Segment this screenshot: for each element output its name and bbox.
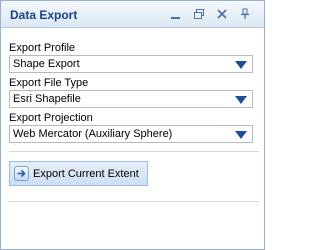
export-form: Export Profile Shape Export Export File … [9, 41, 256, 146]
export-current-extent-button[interactable]: Export Current Extent [9, 161, 148, 186]
minimize-icon[interactable] [168, 6, 184, 22]
data-export-panel: Data Export Export Profile Shape Export … [0, 0, 265, 250]
export-projection-select[interactable]: Web Mercator (Auxiliary Sphere) [9, 125, 253, 143]
panel-title: Data Export [10, 8, 78, 22]
panel-titlebar: Data Export [1, 1, 264, 28]
export-projection-value: Web Mercator (Auxiliary Sphere) [13, 128, 173, 140]
export-file-type-select[interactable]: Esri Shapefile [9, 90, 253, 108]
export-profile-value: Shape Export [13, 58, 80, 70]
export-file-type-label: Export File Type [9, 77, 89, 89]
export-profile-select[interactable]: Shape Export [9, 55, 253, 73]
close-icon[interactable] [214, 6, 230, 22]
section-divider-bottom [9, 201, 259, 202]
export-file-type-value: Esri Shapefile [13, 93, 81, 105]
export-profile-label: Export Profile [9, 42, 76, 54]
chevron-down-icon [235, 96, 247, 104]
section-divider-top [9, 151, 259, 152]
chevron-down-icon [235, 61, 247, 69]
pin-icon[interactable] [237, 6, 253, 22]
export-button-label: Export Current Extent [33, 168, 139, 180]
export-arrow-icon [14, 166, 29, 181]
export-projection-label: Export Projection [9, 112, 93, 124]
restore-icon[interactable] [191, 6, 207, 22]
chevron-down-icon [235, 131, 247, 139]
